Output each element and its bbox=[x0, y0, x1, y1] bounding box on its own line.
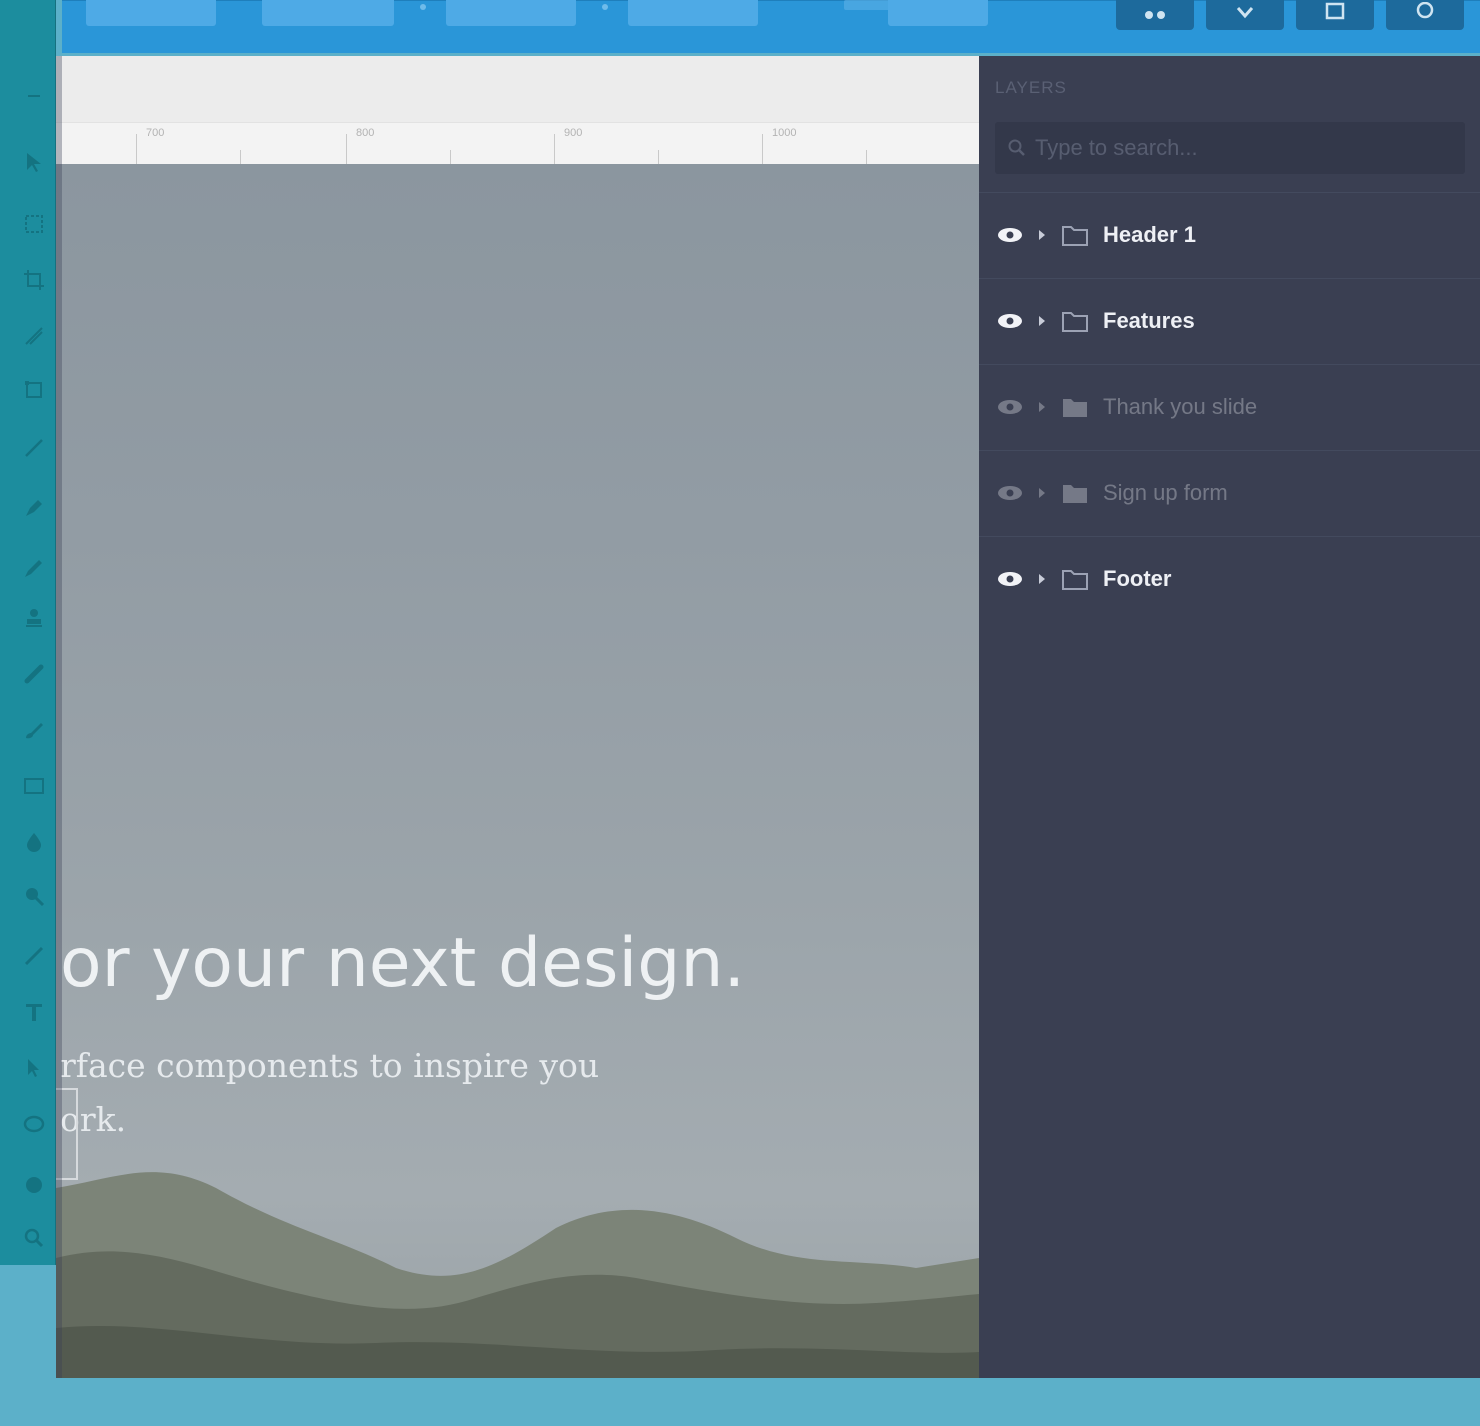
folder-icon bbox=[1062, 570, 1088, 590]
top-toolbar bbox=[62, 0, 1480, 53]
caret-right-icon[interactable] bbox=[1037, 229, 1047, 241]
tool-rail bbox=[0, 0, 56, 1265]
ruler-tick bbox=[346, 134, 347, 164]
toolbar-button-1[interactable] bbox=[86, 0, 216, 26]
layer-item-header-1[interactable]: Header 1 bbox=[979, 192, 1480, 278]
ruler-label: 800 bbox=[356, 127, 375, 139]
toolbar-separator bbox=[602, 4, 608, 10]
magnifier-icon[interactable] bbox=[22, 1226, 46, 1250]
caret-right-icon[interactable] bbox=[1037, 401, 1047, 413]
layer-name: Footer bbox=[1103, 566, 1172, 591]
folder-icon bbox=[1063, 485, 1087, 503]
pen-icon[interactable] bbox=[22, 496, 46, 520]
text-icon[interactable] bbox=[22, 1000, 46, 1024]
toolbar-button-2[interactable] bbox=[262, 0, 394, 26]
pencil-icon[interactable] bbox=[22, 556, 46, 580]
layer-name: Sign up form bbox=[1103, 480, 1228, 505]
caret-right-icon[interactable] bbox=[1037, 315, 1047, 327]
blur-icon[interactable] bbox=[22, 944, 46, 968]
ruler-label: 700 bbox=[146, 127, 165, 139]
slice-icon[interactable] bbox=[22, 324, 46, 348]
search-input[interactable] bbox=[1035, 135, 1455, 161]
horizontal-ruler: 700 800 900 1000 bbox=[56, 122, 979, 164]
save-icon bbox=[1325, 2, 1345, 20]
eye-icon[interactable] bbox=[997, 226, 1023, 244]
ruler-tick bbox=[762, 134, 763, 164]
toolbar-button-3[interactable] bbox=[446, 0, 576, 26]
caret-right-icon[interactable] bbox=[1037, 487, 1047, 499]
hero-image[interactable]: or your next design. rface components to… bbox=[56, 164, 979, 1378]
ruler-tick bbox=[658, 150, 659, 164]
folder-icon bbox=[1062, 312, 1088, 332]
ruler-label: 1000 bbox=[772, 127, 797, 139]
hero-subtitle: rface components to inspire you ork. bbox=[60, 1039, 680, 1147]
search-icon bbox=[1008, 139, 1025, 156]
eye-icon[interactable] bbox=[997, 398, 1023, 416]
eye-icon[interactable] bbox=[997, 484, 1023, 502]
layer-name: Header 1 bbox=[1103, 222, 1196, 247]
toolbar-separator bbox=[420, 4, 426, 10]
eye-icon[interactable] bbox=[997, 312, 1023, 330]
layer-name: Features bbox=[1103, 308, 1195, 333]
settings-button[interactable] bbox=[1386, 0, 1464, 30]
layer-search[interactable] bbox=[995, 122, 1465, 174]
layer-item-features[interactable]: Features bbox=[979, 278, 1480, 364]
stamp-icon[interactable] bbox=[22, 606, 46, 630]
line-icon[interactable] bbox=[22, 436, 46, 460]
marquee-icon[interactable] bbox=[22, 212, 46, 236]
hero-subtitle-line: rface components to inspire you bbox=[60, 1046, 600, 1085]
canvas-edge bbox=[56, 56, 62, 1378]
layer-name: Thank you slide bbox=[1103, 394, 1258, 419]
ruler-tick bbox=[866, 150, 867, 164]
brush-icon[interactable] bbox=[22, 718, 46, 742]
layers-panel: LAYERS Header 1 Features Thank you slide… bbox=[979, 56, 1480, 1378]
fill-icon[interactable] bbox=[22, 830, 46, 854]
zoom-icon[interactable] bbox=[22, 884, 46, 908]
layers-title: LAYERS bbox=[995, 78, 1067, 97]
hand-icon[interactable] bbox=[22, 1172, 46, 1196]
mountains-image bbox=[56, 1172, 979, 1378]
share-button[interactable] bbox=[1116, 0, 1194, 30]
hero-subtitle-line: ork. bbox=[60, 1100, 127, 1139]
heal-icon[interactable] bbox=[22, 662, 46, 686]
transform-icon[interactable] bbox=[22, 378, 46, 402]
download-button[interactable] bbox=[1206, 0, 1284, 30]
rectangle-icon[interactable] bbox=[22, 774, 46, 798]
download-icon bbox=[1236, 7, 1254, 19]
save-button[interactable] bbox=[1296, 0, 1374, 30]
toolbar-button-4[interactable] bbox=[628, 0, 758, 26]
layer-item-footer[interactable]: Footer bbox=[979, 536, 1480, 622]
settings-icon bbox=[1416, 2, 1434, 19]
ellipse-icon[interactable] bbox=[22, 1112, 46, 1136]
ruler-tick bbox=[136, 134, 137, 164]
collapse-icon[interactable] bbox=[22, 84, 46, 108]
folder-icon bbox=[1063, 399, 1087, 417]
design-canvas[interactable]: 700 800 900 1000 or your next design. rf… bbox=[56, 56, 979, 1378]
eye-icon[interactable] bbox=[997, 570, 1023, 588]
toolbar-button-5[interactable] bbox=[888, 0, 988, 26]
share-icon bbox=[1145, 11, 1165, 19]
folder-icon bbox=[1062, 226, 1088, 246]
hero-title: or your next design. bbox=[60, 924, 746, 1003]
ruler-tick bbox=[554, 134, 555, 164]
ruler-tick bbox=[450, 150, 451, 164]
pointer-icon[interactable] bbox=[22, 1056, 46, 1080]
crop-icon[interactable] bbox=[22, 268, 46, 292]
layer-item-sign-up-form[interactable]: Sign up form bbox=[979, 450, 1480, 536]
ruler-label: 900 bbox=[564, 127, 583, 139]
select-icon[interactable] bbox=[22, 150, 46, 174]
ruler-tick bbox=[240, 150, 241, 164]
layer-item-thank-you-slide[interactable]: Thank you slide bbox=[979, 364, 1480, 450]
caret-right-icon[interactable] bbox=[1037, 573, 1047, 585]
